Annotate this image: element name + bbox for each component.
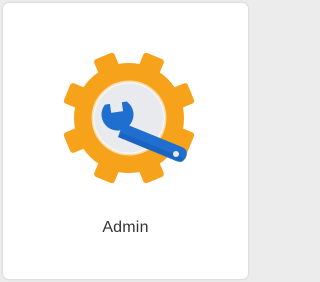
admin-settings-icon (60, 49, 198, 187)
admin-tile[interactable]: Admin (3, 3, 248, 279)
tile-label: Admin (102, 219, 149, 236)
